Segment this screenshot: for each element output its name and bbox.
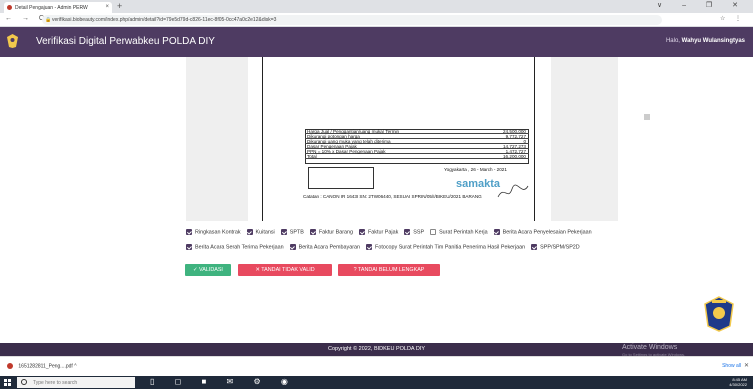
download-item[interactable]: 1651282811_Peng....pdf ^: [7, 363, 77, 369]
url-text: verifikasi.biobeauty.com/index.php/admin…: [52, 17, 277, 23]
checklist-label: Faktur Pajak: [368, 229, 399, 236]
mark-invalid-button[interactable]: ✕ TANDAI TIDAK VALID: [238, 264, 332, 276]
company-stamp: samakta: [456, 178, 501, 190]
tab-title: Detail Pengajuan - Admin PERW: [15, 5, 88, 11]
download-filename: 1651282811_Peng....pdf: [18, 363, 73, 370]
app-title: Verifikasi Digital Perwabkeu POLDA DIY: [36, 36, 215, 47]
checklist-item[interactable]: SPP/SPM/SP2D: [531, 244, 580, 250]
checklist-item[interactable]: SSP: [404, 229, 424, 235]
checkbox-checked-icon[interactable]: [493, 229, 500, 235]
search-placeholder: Type here to search: [33, 380, 78, 386]
close-download-shelf-icon[interactable]: ✕: [744, 362, 749, 369]
checklist-row-2: Berita Acara Serah Terima Pekerjaan Berit…: [186, 244, 586, 251]
pinned-app-icons[interactable]: ▯ ◻ ■ ✉ ⚙ ◉: [150, 377, 297, 386]
checkbox-checked-icon[interactable]: [531, 244, 538, 250]
viewer-scrollbar[interactable]: [644, 114, 650, 120]
checklist-item[interactable]: Berita Acara Pembayaran: [289, 244, 361, 251]
checklist-label: Fotocopy Surat Perintah Tim Panitia Pene…: [375, 244, 526, 251]
validate-button[interactable]: ✓ VALIDASI: [185, 264, 231, 276]
checklist-item[interactable]: Surat Perintah Kerja: [430, 229, 488, 235]
checkbox-unchecked-icon[interactable]: [430, 229, 437, 235]
favicon-icon: [7, 5, 12, 10]
page-frame-right: [534, 57, 535, 221]
document-note: Catatan : CANON IR 1643I SN: 2TW06440, S…: [303, 194, 482, 199]
checklist-label: Kuitansi: [255, 229, 275, 236]
download-shelf: 1651282811_Peng....pdf ^ Show all ✕: [0, 356, 753, 376]
show-all-downloads-link[interactable]: Show all: [722, 363, 741, 369]
signature-icon: [497, 184, 529, 198]
checklist-label: Berita Acara Serah Terima Pekerjaan: [195, 244, 284, 251]
checklist-item[interactable]: Kuitansi: [246, 229, 275, 236]
browser-tab-strip: Detail Pengajuan - Admin PERW × + ∨ – ❐ …: [0, 0, 753, 13]
window-controls[interactable]: ∨ – ❐ ✕: [657, 1, 747, 9]
document-page: Harga Jual / Penggantian/uang muka/ Term…: [248, 57, 551, 221]
activate-windows-title: Activate Windows: [622, 344, 678, 351]
checklist-label: SSP: [413, 229, 425, 236]
item-list-table: [308, 167, 374, 189]
windows-taskbar: Type here to search ▯ ◻ ■ ✉ ⚙ ◉ 8:45 AM …: [0, 376, 753, 389]
browser-tab[interactable]: Detail Pengajuan - Admin PERW ×: [4, 2, 112, 13]
police-badge-icon: [704, 296, 734, 332]
user-greeting[interactable]: Halo, Wahyu Wulansingtyas: [666, 38, 745, 44]
invoice-row: Total 16,200,000: [305, 154, 529, 159]
checklist-label: Faktur Barang: [318, 229, 353, 236]
police-logo-icon: [7, 34, 18, 48]
signer-place-date: Yogyakarta , 26 - March - 2021: [444, 167, 507, 172]
search-icon: [21, 379, 27, 385]
checklist-item[interactable]: Faktur Pajak: [359, 229, 398, 235]
invoice-row-value: 16,200,000: [503, 154, 526, 159]
main-content: Harga Jual / Penggantian/uang muka/ Term…: [0, 57, 753, 343]
checklist-label: SPP/SPM/SP2D: [540, 244, 580, 251]
clock-date: 4/30/2022: [729, 382, 747, 387]
url-field[interactable]: 🔒 verifikasi.biobeauty.com/index.php/adm…: [42, 15, 662, 25]
checklist-item[interactable]: Faktur Barang: [309, 229, 353, 236]
invoice-table: Harga Jual / Penggantian/uang muka/ Term…: [305, 129, 529, 159]
checkbox-checked-icon[interactable]: [186, 229, 192, 235]
checklist-label: Berita Acara Penyelesaian Pekerjaan: [502, 229, 592, 236]
checkbox-checked-icon[interactable]: [359, 229, 365, 235]
close-tab-icon[interactable]: ×: [105, 4, 109, 10]
checklist-label: Surat Perintah Kerja: [439, 229, 488, 236]
greeting-prefix: Halo,: [665, 38, 680, 44]
user-name: Wahyu Wulansingtyas: [681, 38, 745, 44]
system-tray-clock[interactable]: 8:45 AM 4/30/2022: [729, 377, 747, 387]
checklist-item[interactable]: SPTB: [280, 229, 304, 236]
invoice-row-label: Total: [307, 154, 317, 159]
checklist-item[interactable]: Ringkasan Kontrak: [186, 229, 241, 235]
page-footer: Copyright © 2022, BIDKEU POLDA DIY Activ…: [0, 343, 753, 357]
checklist-row-1: Ringkasan Kontrak Kuitansi SPTB Faktur Bara…: [186, 229, 598, 236]
download-menu-icon[interactable]: ^: [74, 363, 76, 369]
app-header: Verifikasi Digital Perwabkeu POLDA DIY H…: [0, 27, 753, 57]
checkbox-checked-icon[interactable]: [289, 244, 296, 250]
address-bar-row: ← → C 🔒 verifikasi.biobeauty.com/index.p…: [0, 13, 753, 27]
checkbox-checked-icon[interactable]: [309, 229, 316, 235]
checklist-item[interactable]: Berita Acara Penyelesaian Pekerjaan: [493, 229, 592, 236]
windows-start-icon[interactable]: [4, 379, 11, 386]
checklist-item[interactable]: Berita Acara Serah Terima Pekerjaan: [186, 244, 284, 250]
document-viewer[interactable]: Harga Jual / Penggantian/uang muka/ Term…: [186, 57, 618, 221]
page-frame-left: [262, 57, 263, 221]
checkbox-checked-icon[interactable]: [280, 229, 287, 235]
checkbox-checked-icon[interactable]: [186, 244, 192, 250]
mark-incomplete-button[interactable]: ? TANDAI BELUM LENGKAP: [338, 264, 440, 276]
checklist-item[interactable]: Fotocopy Surat Perintah Tim Panitia Pene…: [366, 244, 525, 250]
lock-icon: 🔒: [45, 17, 52, 23]
checkbox-checked-icon[interactable]: [366, 244, 373, 250]
pdf-file-icon: [7, 363, 13, 369]
checkbox-checked-icon[interactable]: [404, 229, 411, 235]
checklist-label: Berita Acara Pembayaran: [298, 244, 361, 251]
checkbox-checked-icon[interactable]: [246, 229, 253, 235]
checklist-label: Ringkasan Kontrak: [195, 229, 241, 236]
taskbar-search-input[interactable]: Type here to search: [17, 377, 135, 388]
new-tab-button[interactable]: +: [117, 1, 122, 11]
extension-icons[interactable]: ☆ ⋮: [720, 15, 745, 22]
checklist-label: SPTB: [289, 229, 304, 236]
